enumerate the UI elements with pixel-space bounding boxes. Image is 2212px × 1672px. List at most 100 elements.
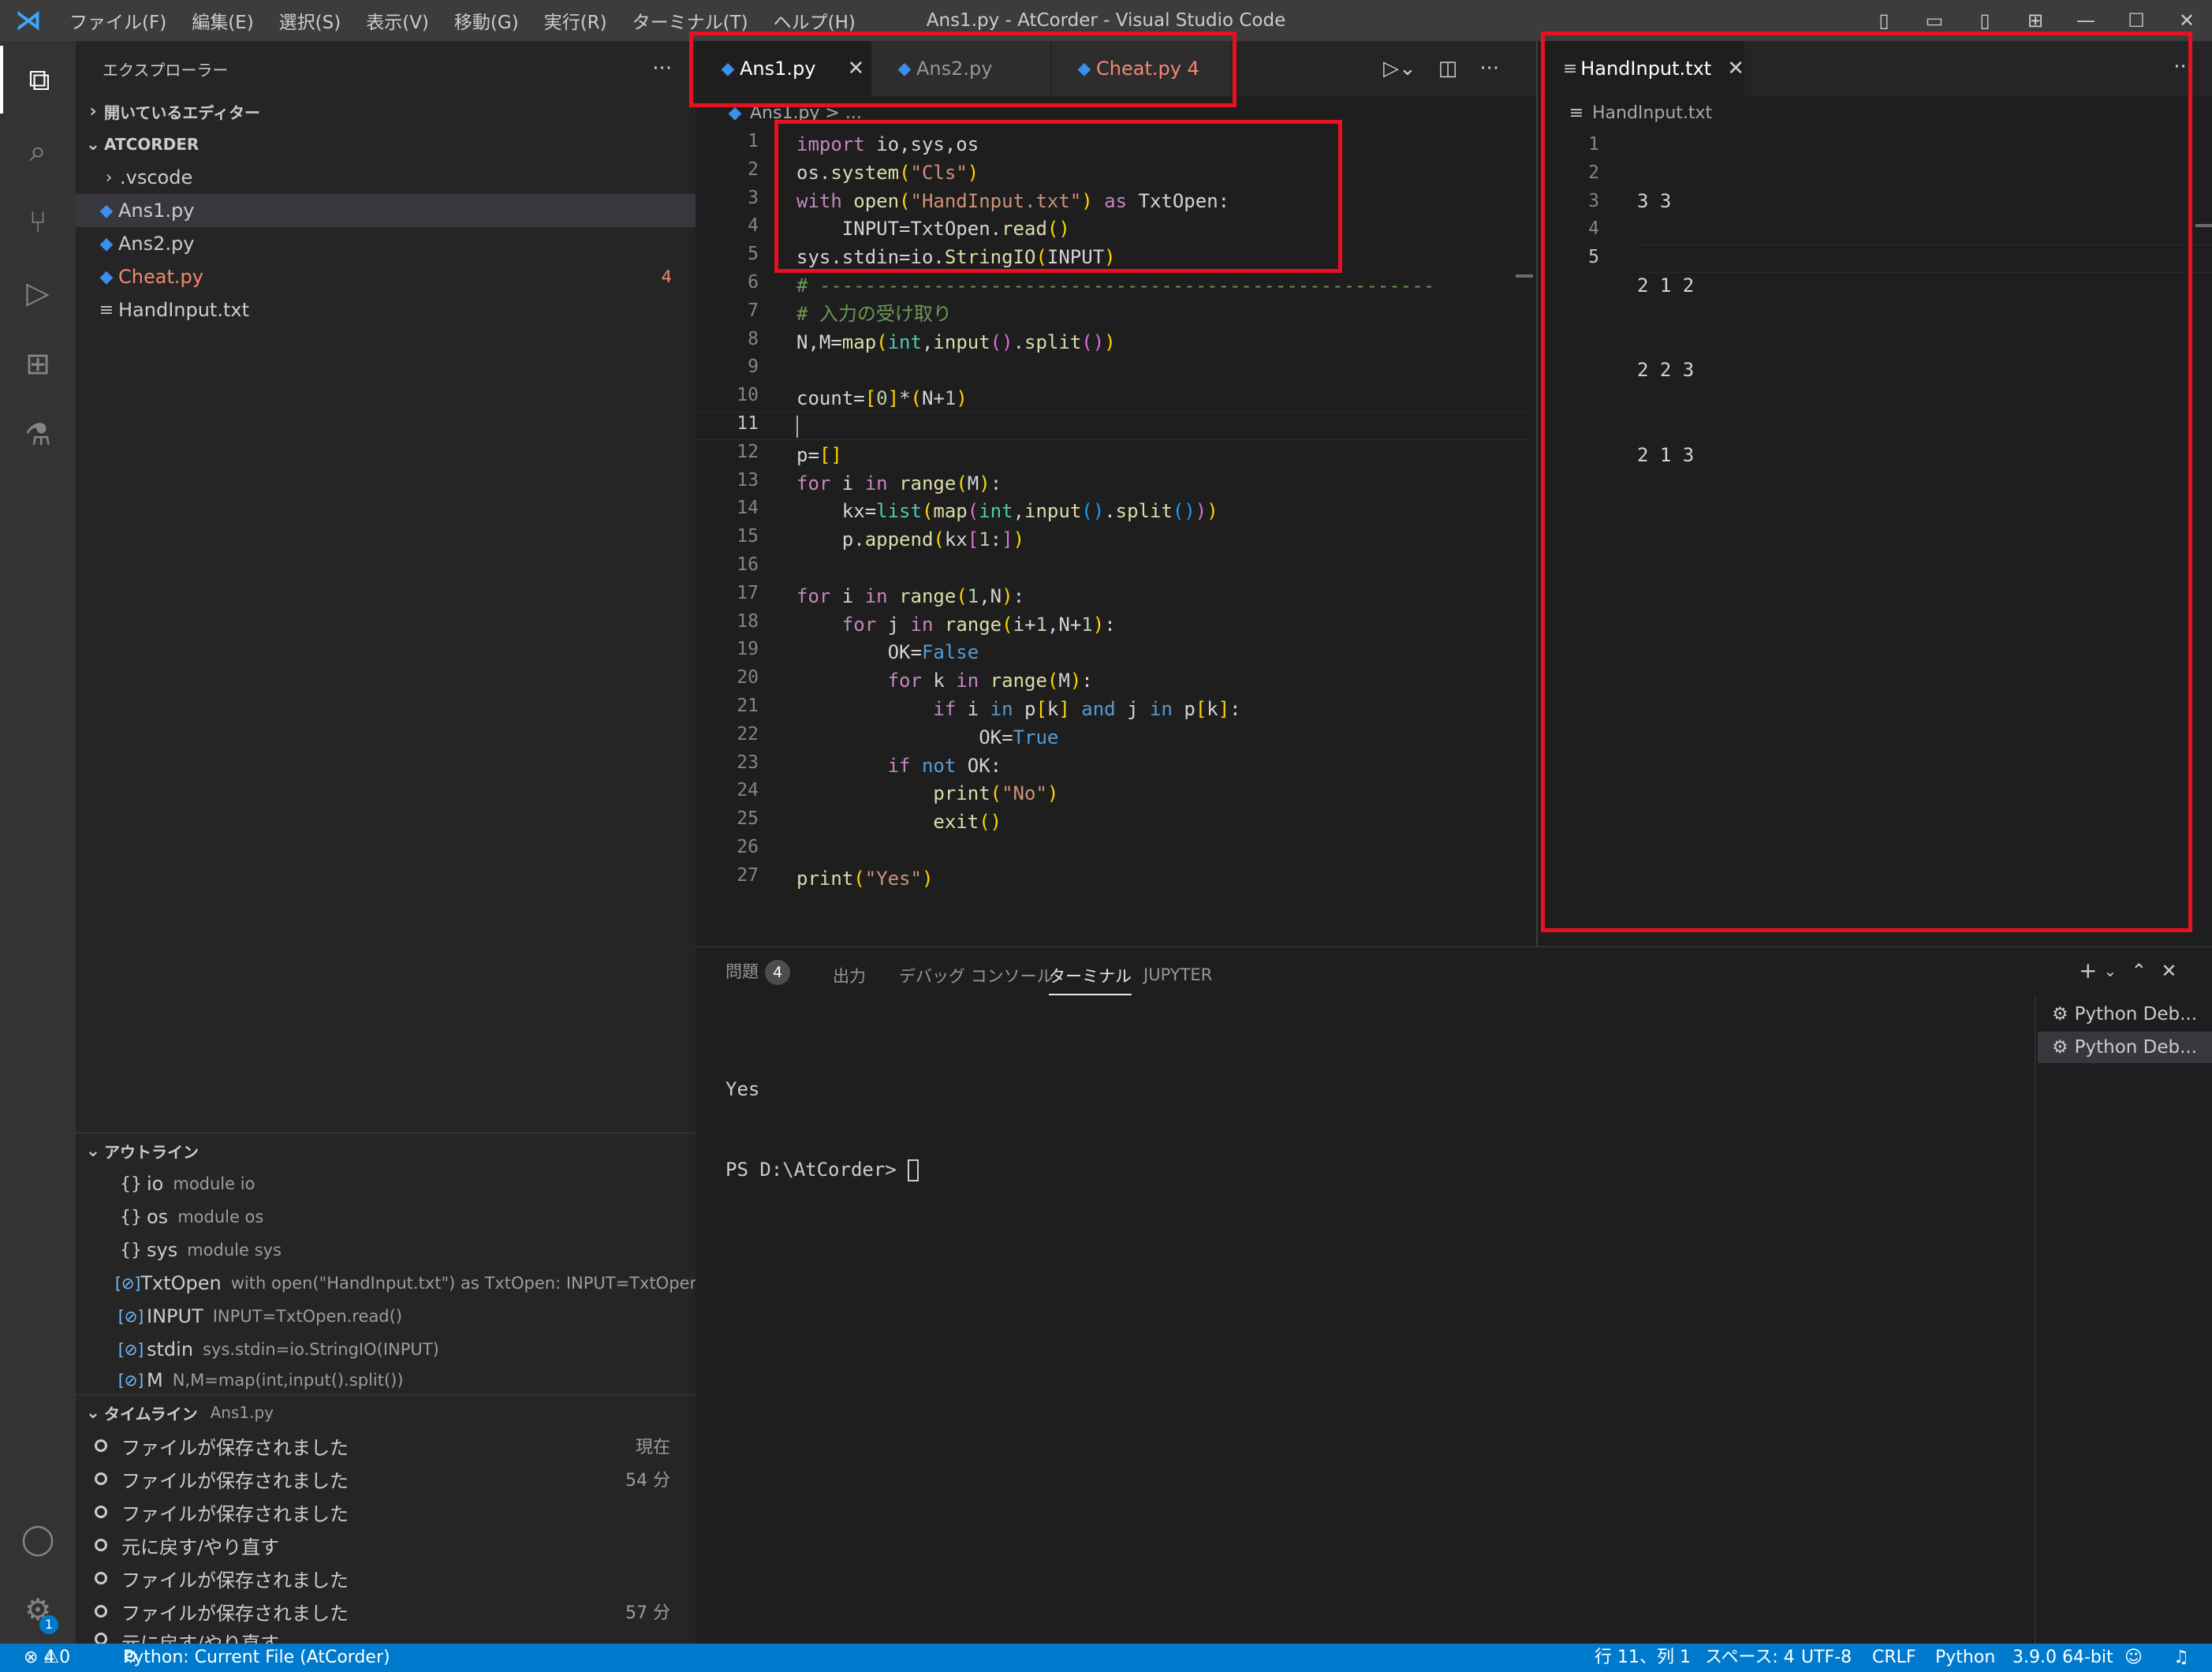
close-window-button[interactable]: ✕ [2162,9,2212,32]
terminal-cursor [908,1159,919,1181]
encoding[interactable]: UTF-8 [1801,1644,1852,1672]
split-editor-icon[interactable]: ◫ [1427,57,1469,80]
maximize-button[interactable]: ☐ [2111,9,2162,32]
new-terminal-icon[interactable]: + [2079,957,2097,983]
breadcrumb[interactable]: ◆ Ans1.py > ... [726,96,862,131]
tree-item-cheat[interactable]: ◆ Cheat.py 4 [76,260,696,293]
timeline-item[interactable]: ファイルが保存されました 57 分 [76,1595,696,1628]
right-breadcrumb[interactable]: ≡ HandInput.txt [1566,96,1712,131]
terminal-session-label: Python Deb... [2074,1037,2198,1058]
timeline-title: タイムライン [104,1404,198,1424]
indentation[interactable]: スペース: 4 [1705,1644,1795,1672]
menu-run[interactable]: 実行(R) [532,7,620,34]
timeline-time: 現在 [635,1438,670,1457]
outline-item[interactable]: [⊘] M N,M=map(int,input().split()) [76,1366,696,1394]
close-panel-icon[interactable]: ✕ [2161,960,2177,982]
open-editors-section[interactable]: › 開いているエディター [76,95,696,128]
breadcrumb-text: Ans1.py > ... [750,103,862,123]
terminal-session-active[interactable]: ⚙ Python Deb... [2038,1032,2212,1063]
chevron-down-icon[interactable]: ⌄ [2103,961,2117,980]
run-file-icon[interactable]: ▷⌄ [1372,57,1427,80]
tab-ans2[interactable]: ◆ Ans2.py [872,41,1050,96]
source-control-icon[interactable]: ⑂ [0,188,76,256]
menu-terminal[interactable]: ターミナル(T) [620,7,761,34]
tree-item-ans1[interactable]: ◆ Ans1.py [76,194,696,227]
menu-go[interactable]: 移動(G) [442,7,532,34]
scrollbar-thumb[interactable] [2195,224,2212,227]
more-actions-icon[interactable]: ··· [1468,57,1510,80]
language-mode[interactable]: Python [1935,1644,1995,1672]
menu-selection[interactable]: 選択(S) [267,7,354,34]
tab-jupyter[interactable]: JUPYTER [1143,965,1212,997]
feedback-icon[interactable]: ☺ [2124,1644,2143,1672]
toggle-sidebar-icon[interactable]: ▯ [1859,9,1909,32]
outline-item[interactable]: {} io module io [76,1167,696,1200]
scrollbar-thumb[interactable] [1516,274,1533,278]
outline-section[interactable]: ⌄ アウトライン [76,1134,696,1167]
timeline-item[interactable]: ファイルが保存されました [76,1495,696,1528]
timeline-item[interactable]: ファイルが保存されました 現在 [76,1429,696,1462]
accounts-icon[interactable]: ◯ [0,1505,76,1573]
testing-icon[interactable]: ⚗ [0,401,76,468]
line-ending[interactable]: CRLF [1872,1644,1916,1672]
tree-item-handinput[interactable]: ≡ HandInput.txt [76,293,696,327]
python-file-icon: ◆ [99,233,114,254]
outline-item[interactable]: {} sys module sys [76,1233,696,1267]
tab-terminal[interactable]: ターミナル [1049,964,1132,995]
tab-problems[interactable]: 問題 4 [726,959,790,991]
outline-item[interactable]: {} os module os [76,1200,696,1233]
tab-debug-console[interactable]: デバッグ コンソール [899,964,1054,995]
menu-view[interactable]: 表示(V) [353,7,442,34]
folder-section[interactable]: ⌄ ATCORDER [76,128,696,161]
tab-handinput[interactable]: ≡ HandInput.txt ✕ [1538,41,1744,96]
terminal-output[interactable]: Yes PS D:\AtCorder> [726,1022,919,1210]
maximize-panel-icon[interactable]: ⌃ [2131,960,2147,982]
problems-status[interactable]: ⊗ 4 ⚠ 0 [24,1644,70,1672]
minimize-button[interactable]: — [2061,9,2111,32]
timeline-file: Ans1.py [210,1403,274,1422]
outline-item-name: io [147,1173,164,1195]
explorer-icon[interactable]: ⧉ [0,46,76,114]
timeline-item[interactable]: ファイルが保存されました [76,1562,696,1595]
text-line: 2 2 3 [1637,359,1695,382]
text-content[interactable]: 3 3 2 1 2 2 2 3 2 1 3 [1637,131,1694,583]
terminal-session[interactable]: ⚙ Python Deb... [2038,998,2212,1030]
toggle-secondary-sidebar-icon[interactable]: ▯ [1960,9,2010,32]
timeline-section[interactable]: ⌄ タイムライン Ans1.py [76,1396,696,1429]
run-config-label: Python: Current File (AtCorder) [123,1648,390,1667]
tab-label: HandInput.txt [1580,58,1712,80]
notifications-bell-icon[interactable]: ♫ [2173,1644,2189,1672]
outline-item[interactable]: [⊘] INPUT INPUT=TxtOpen.read() [76,1300,696,1333]
run-debug-icon[interactable]: ▷ [0,259,76,327]
cursor-position[interactable]: 行 11、列 1 [1595,1644,1691,1672]
customize-layout-icon[interactable]: ⊞ [2010,9,2061,32]
menu-edit[interactable]: 編集(E) [179,7,266,34]
menu-help[interactable]: ヘルプ(H) [761,7,868,34]
python-interpreter[interactable]: 3.9.0 64-bit [2012,1644,2113,1672]
more-actions-icon[interactable]: ··· [652,57,672,80]
extensions-icon[interactable]: ⊞ [0,330,76,397]
timeline-item[interactable]: 元に戻す/やり直す [76,1628,696,1644]
outline-item-name: os [147,1206,169,1228]
timeline-item[interactable]: ファイルが保存されました 54 分 [76,1462,696,1495]
tree-item-vscode[interactable]: › .vscode [76,161,696,194]
outline-item[interactable]: [⊘] stdin sys.stdin=io.StringIO(INPUT) [76,1333,696,1366]
tab-ans1[interactable]: ◆ Ans1.py ✕ [696,41,871,96]
tab-cheat[interactable]: ◆ Cheat.py 4 [1052,41,1230,96]
more-actions-icon[interactable]: ··· [2173,55,2193,79]
tab-output[interactable]: 出力 [833,964,866,995]
bottom-panel [696,946,2212,1644]
timeline-item[interactable]: 元に戻す/やり直す [76,1528,696,1562]
menu-file[interactable]: ファイル(F) [57,7,179,34]
debug-icon: ⚙ [2052,1004,2068,1024]
close-tab-icon[interactable]: ✕ [847,57,864,80]
manage-gear-icon[interactable]: ⚙ 1 [0,1576,76,1644]
tree-item-ans2[interactable]: ◆ Ans2.py [76,227,696,260]
toggle-panel-icon[interactable]: ▭ [1909,9,1960,32]
editor-split-divider[interactable] [1536,41,1538,946]
outline-item[interactable]: [⊘] TxtOpen with open("HandInput.txt") a… [76,1267,696,1300]
close-tab-icon[interactable]: ✕ [1727,57,1744,80]
search-icon[interactable]: ⌕ [0,117,76,185]
manage-badge: 1 [39,1615,58,1634]
code-text[interactable]: import io,sys,os os.system("Cls") with o… [796,131,1434,894]
